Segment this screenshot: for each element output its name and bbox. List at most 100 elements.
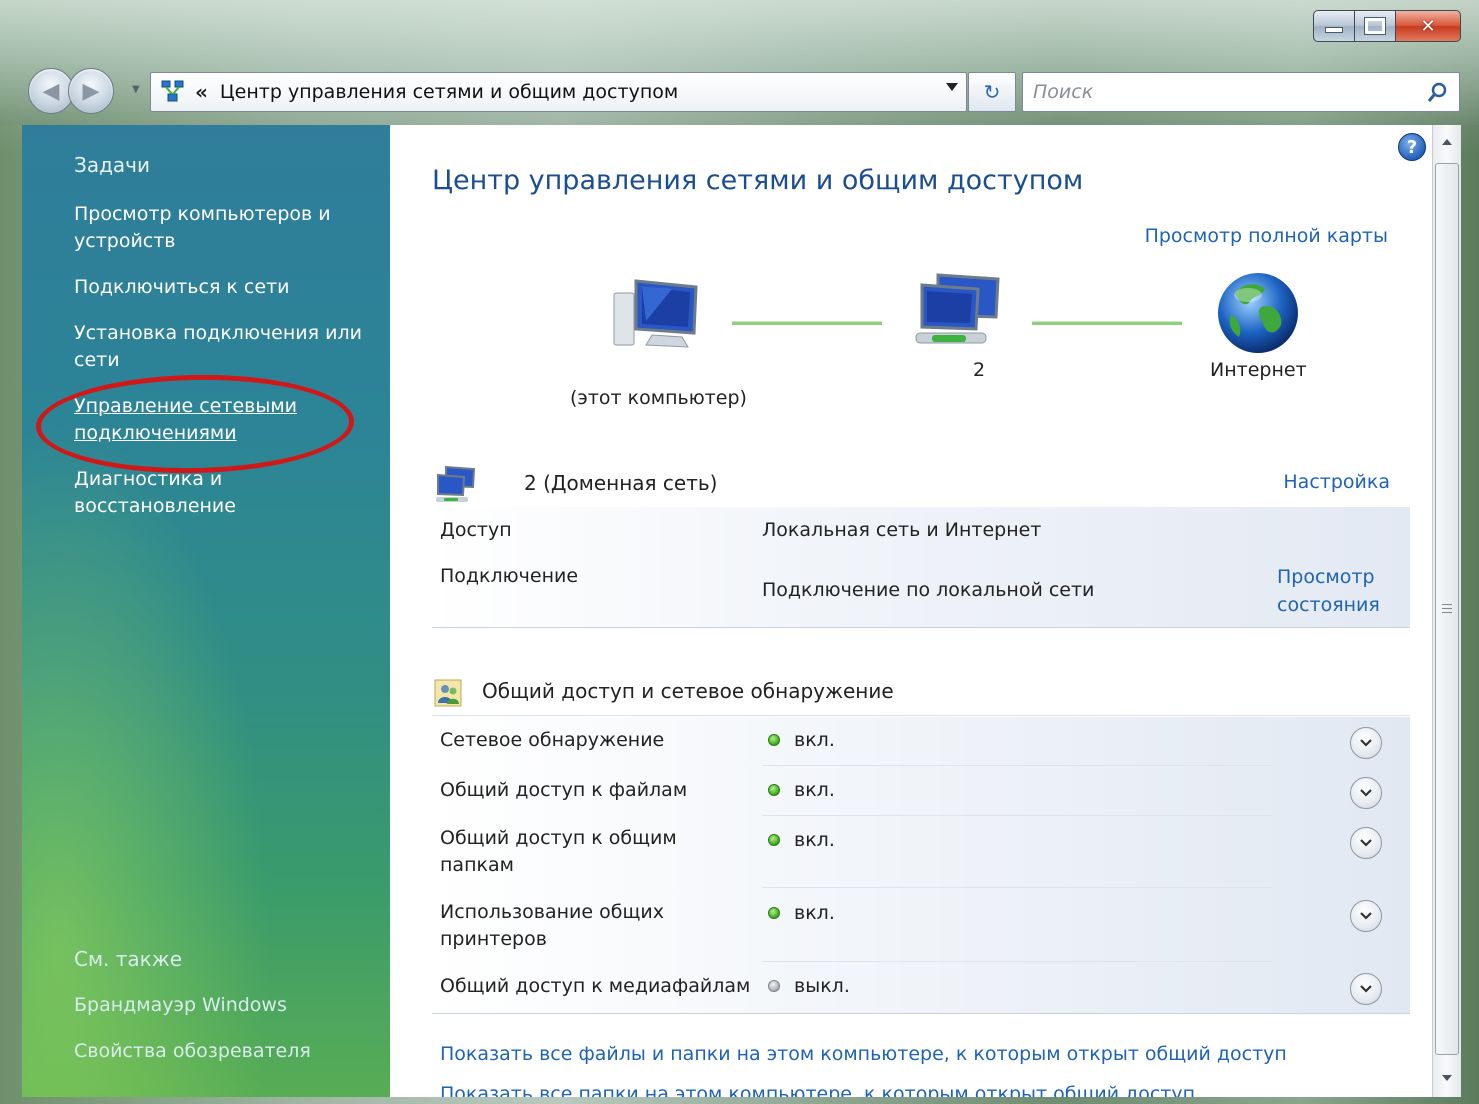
status-on-icon — [768, 834, 780, 846]
status-on-icon — [768, 784, 780, 796]
show-shared-folders-link[interactable]: Показать все папки на этом компьютере, к… — [440, 1083, 1195, 1097]
network-center-icon — [161, 80, 185, 104]
navigation-bar: ◀ ▶ ▼ « Центр управления сетями и общим … — [28, 68, 1460, 114]
printer-sharing-label: Использование общих принтеров — [440, 901, 664, 950]
status-text: вкл. — [794, 902, 835, 924]
expand-printer-sharing-button[interactable] — [1350, 900, 1382, 932]
network-discovery-label: Сетевое обнаружение — [440, 729, 665, 751]
row-divider — [762, 815, 1272, 816]
view-full-map-link[interactable]: Просмотр полной карты — [1145, 225, 1388, 247]
sharing-title: Общий доступ и сетевое обнаружение — [482, 679, 894, 703]
view-status-link[interactable]: Просмотр состояния — [1277, 563, 1397, 619]
internet-label: Интернет — [1210, 359, 1307, 381]
breadcrumb-chevron[interactable]: « — [195, 80, 208, 104]
public-folder-sharing-label: Общий доступ к общим папкам — [440, 827, 677, 876]
file-sharing-label: Общий доступ к файлам — [440, 779, 688, 801]
close-button[interactable]: ✕ — [1395, 10, 1461, 42]
show-shared-files-link[interactable]: Показать все файлы и папки на этом компь… — [440, 1043, 1287, 1065]
sidebar-item-setup-connection[interactable]: Установка подключения или сети — [74, 320, 374, 374]
chevron-down-icon — [1360, 739, 1372, 747]
connection-label: Подключение — [440, 565, 579, 587]
domain-network-icon — [436, 465, 476, 502]
forward-arrow-icon: ▶ — [82, 78, 100, 104]
status-on-icon — [768, 734, 780, 746]
sharing-section-header: Общий доступ и сетевое обнаружение — [432, 673, 1410, 716]
scroll-down-icon[interactable] — [1442, 1075, 1452, 1081]
grip-line — [1442, 612, 1452, 613]
expand-public-folder-sharing-button[interactable] — [1350, 827, 1382, 859]
connection-value: Подключение по локальной сети — [762, 579, 1095, 601]
chevron-down-icon — [1360, 789, 1372, 797]
sharing-settings: Сетевое обнаружение вкл. Общий доступ к … — [432, 717, 1410, 1014]
minimize-icon — [1325, 27, 1343, 33]
globe-icon[interactable] — [1213, 271, 1303, 361]
expand-file-sharing-button[interactable] — [1350, 777, 1382, 809]
status-text: вкл. — [794, 729, 835, 751]
expand-network-discovery-button[interactable] — [1350, 727, 1382, 759]
row-divider — [762, 765, 1272, 766]
sidebar-item-connect-to-network[interactable]: Подключиться к сети — [74, 274, 374, 301]
search-placeholder: Поиск — [1033, 81, 1094, 103]
see-also-heading: См. также — [74, 947, 183, 971]
caption-buttons: ✕ — [1313, 10, 1461, 42]
grip-line — [1442, 604, 1452, 605]
sidebar-item-windows-firewall[interactable]: Брандмауэр Windows — [74, 992, 374, 1019]
chevron-down-icon — [1360, 912, 1372, 920]
network-details: Доступ Локальная сеть и Интернет Подключ… — [432, 507, 1410, 628]
window-frame: ✕ ◀ ▶ ▼ « Центр управления сетями и общи… — [0, 0, 1479, 1104]
connection-line — [1032, 321, 1182, 325]
sidebar-item-view-computers[interactable]: Просмотр компьютеров и устройств — [74, 201, 374, 255]
status-off-icon — [768, 980, 780, 992]
minimize-button[interactable] — [1313, 10, 1355, 42]
page-title: Центр управления сетями и общим доступом — [432, 165, 1084, 196]
sidebar-item-internet-options[interactable]: Свойства обозревателя — [74, 1038, 374, 1065]
status-text: вкл. — [794, 779, 835, 801]
row-divider — [762, 887, 1272, 888]
help-icon[interactable]: ? — [1398, 133, 1426, 161]
network-section-header: 2 (Доменная сеть) Настройка — [432, 465, 1390, 505]
search-icon[interactable] — [1427, 81, 1449, 103]
network-icon[interactable] — [912, 271, 1004, 357]
media-sharing-status: выкл. — [768, 975, 850, 997]
access-value: Локальная сеть и Интернет — [762, 519, 1042, 541]
address-dropdown-icon[interactable] — [946, 83, 958, 91]
task-pane: Задачи Просмотр компьютеров и устройств … — [22, 125, 390, 1097]
maximize-button[interactable] — [1354, 10, 1396, 42]
connection-line — [732, 321, 882, 325]
status-on-icon — [768, 907, 780, 919]
address-bar[interactable]: « Центр управления сетями и общим доступ… — [150, 72, 967, 112]
network-discovery-status: вкл. — [768, 729, 835, 751]
status-text: вкл. — [794, 829, 835, 851]
this-computer-label: (этот компьютер) — [570, 387, 747, 409]
computer-icon[interactable] — [612, 275, 702, 355]
chevron-down-icon — [1360, 839, 1372, 847]
breadcrumb-path[interactable]: Центр управления сетями и общим доступом — [220, 81, 678, 103]
highlight-ellipse — [35, 372, 355, 476]
refresh-button[interactable]: ↻ — [968, 72, 1016, 112]
sharing-users-icon — [434, 679, 462, 707]
sidebar-item-diagnose-repair[interactable]: Диагностика и восстановление — [74, 466, 374, 520]
search-input[interactable]: Поиск — [1022, 72, 1460, 112]
printer-sharing-status: вкл. — [768, 902, 835, 924]
status-text: выкл. — [794, 975, 850, 997]
grip-line — [1442, 608, 1452, 609]
chevron-down-icon — [1360, 985, 1372, 993]
maximize-icon — [1364, 17, 1386, 35]
access-label: Доступ — [440, 519, 512, 541]
network-name: 2 (Доменная сеть) — [524, 471, 718, 495]
content-pane: ? Центр управления сетями и общим доступ… — [390, 125, 1432, 1097]
close-icon: ✕ — [1420, 15, 1436, 37]
file-sharing-status: вкл. — [768, 779, 835, 801]
expand-media-sharing-button[interactable] — [1350, 973, 1382, 1005]
forward-button[interactable]: ▶ — [68, 68, 114, 114]
vertical-scrollbar[interactable] — [1432, 125, 1461, 1097]
media-sharing-label: Общий доступ к медиафайлам — [440, 975, 751, 997]
back-arrow-icon: ◀ — [42, 78, 60, 104]
scrollbar-thumb[interactable] — [1435, 163, 1459, 1055]
refresh-icon: ↻ — [983, 80, 1001, 104]
network-label: 2 — [973, 359, 986, 381]
recent-pages-dropdown[interactable]: ▼ — [132, 84, 140, 95]
scroll-up-icon[interactable] — [1442, 139, 1452, 145]
customize-link[interactable]: Настройка — [1283, 471, 1390, 493]
tasks-heading: Задачи — [74, 153, 150, 177]
